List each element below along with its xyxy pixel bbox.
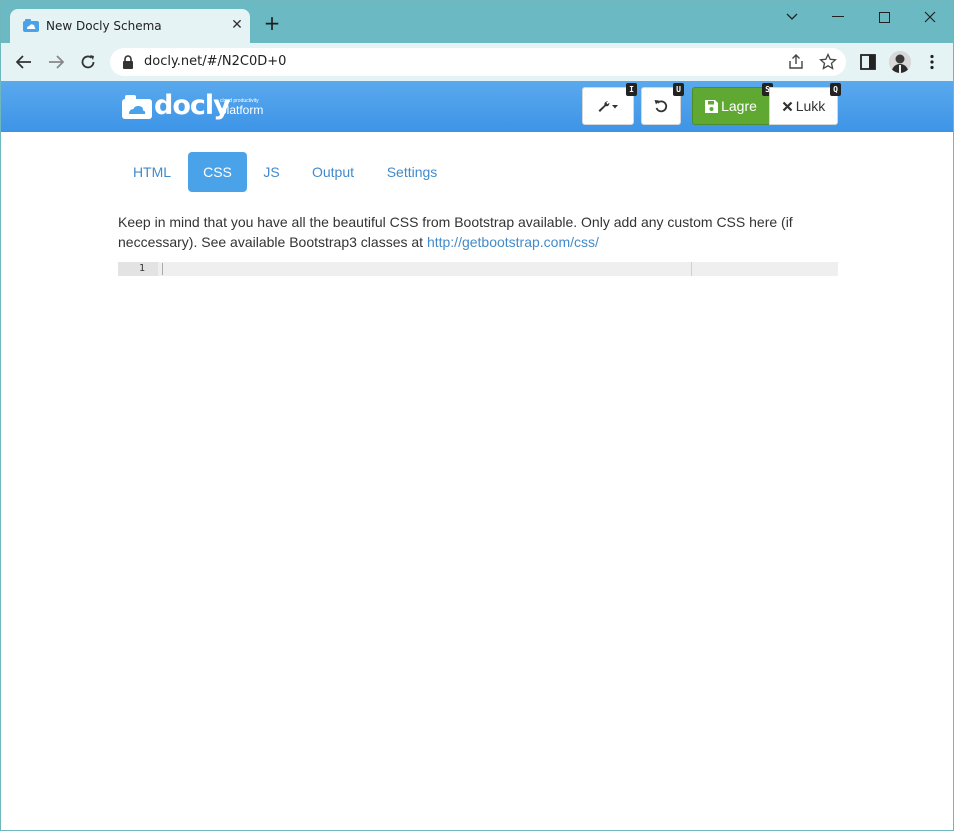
close-button[interactable]: Lukk Q xyxy=(769,83,841,125)
app-header: docly cloud productivity platform I U La… xyxy=(1,81,953,132)
tab-strip: New Docly Schema ✕ + xyxy=(1,1,953,43)
close-shortcut-badge: Q xyxy=(830,83,841,96)
close-x-icon xyxy=(782,101,792,111)
lock-icon[interactable] xyxy=(122,55,134,69)
url-text[interactable]: docly.net/#/N2C0D+0 xyxy=(144,54,286,69)
profile-avatar[interactable] xyxy=(889,51,911,73)
bookmark-star-icon[interactable] xyxy=(819,53,837,71)
save-button[interactable]: Lagre S xyxy=(692,83,773,125)
close-window-icon[interactable] xyxy=(907,5,953,29)
wrench-icon xyxy=(598,101,618,112)
undo-shortcut-badge: U xyxy=(673,83,684,96)
tab-title: New Docly Schema xyxy=(46,19,162,33)
css-help-text: Keep in mind that you have all the beaut… xyxy=(118,212,838,252)
bootstrap-css-link[interactable]: http://getbootstrap.com/css/ xyxy=(427,234,599,250)
tab-html[interactable]: HTML xyxy=(118,152,186,192)
minimize-icon[interactable] xyxy=(815,5,861,29)
save-label: Lagre xyxy=(721,98,757,114)
reload-icon[interactable] xyxy=(76,50,100,74)
logo-platform: platform xyxy=(220,103,264,117)
undo-button[interactable]: U xyxy=(641,83,684,125)
line-number: 1 xyxy=(138,263,145,274)
new-tab-button[interactable]: + xyxy=(262,13,282,34)
css-code-editor[interactable]: 1 xyxy=(118,262,838,276)
tools-dropdown-button[interactable]: I xyxy=(582,83,637,125)
back-arrow-icon[interactable] xyxy=(12,50,36,74)
browser-toolbar: docly.net/#/N2C0D+0 xyxy=(1,43,953,81)
tab-js[interactable]: JS xyxy=(249,152,294,192)
browser-tab[interactable]: New Docly Schema ✕ xyxy=(10,9,250,43)
print-margin xyxy=(691,262,692,276)
docly-favicon-icon xyxy=(23,19,39,32)
text-cursor xyxy=(162,263,163,275)
floppy-disk-icon xyxy=(705,99,719,113)
tab-css[interactable]: CSS xyxy=(188,152,247,192)
logo-text: docly xyxy=(154,90,231,121)
browser-window: New Docly Schema ✕ + docly.net/#/N2C0D+0… xyxy=(0,0,954,831)
menu-dots-icon[interactable] xyxy=(923,53,941,71)
profile-photo-icon xyxy=(889,51,911,73)
close-label: Lukk xyxy=(795,98,826,114)
side-panel-icon[interactable] xyxy=(859,53,877,71)
tools-shortcut-badge: I xyxy=(626,83,637,96)
tab-search-icon[interactable] xyxy=(769,5,815,29)
tab-settings[interactable]: Settings xyxy=(374,152,450,192)
editor-gutter: 1 xyxy=(118,262,158,276)
forward-arrow-icon[interactable] xyxy=(44,50,68,74)
tab-close-icon[interactable]: ✕ xyxy=(228,15,246,33)
docly-logo[interactable]: docly cloud productivity platform xyxy=(122,90,272,124)
cloud-folder-icon xyxy=(122,95,152,119)
share-icon[interactable] xyxy=(787,53,805,71)
undo-icon xyxy=(654,100,668,113)
maximize-icon[interactable] xyxy=(861,5,907,29)
address-bar[interactable]: docly.net/#/N2C0D+0 xyxy=(110,48,846,76)
tab-output[interactable]: Output xyxy=(298,152,368,192)
